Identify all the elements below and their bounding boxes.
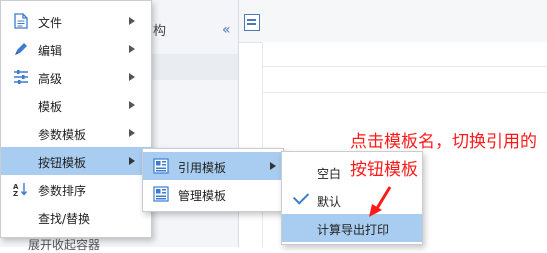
submenu-arrow-icon <box>129 129 135 137</box>
button-template-submenu: 引用模板 管理模板 <box>142 148 284 212</box>
menu-item-default[interactable]: 默认 <box>282 186 422 214</box>
sort-az-icon: AZ <box>13 181 29 197</box>
submenu-arrow-icon <box>129 101 135 109</box>
submenu-arrow-icon <box>129 157 135 165</box>
menu-item-template[interactable]: 模板 <box>1 91 151 119</box>
menu-item-edit[interactable]: 编辑 <box>1 35 151 63</box>
svg-text:Z: Z <box>13 190 18 197</box>
menu-item-label: 参数模板 <box>38 128 87 142</box>
menu-item-find-replace[interactable]: 查找/替换 <box>1 203 151 231</box>
template-grid-icon <box>153 158 169 174</box>
menu-item-label: 参数排序 <box>38 184 87 198</box>
menu-item-parameter-sort[interactable]: AZ 参数排序 <box>1 175 151 203</box>
sliders-icon <box>13 69 29 85</box>
submenu-arrow-icon <box>129 17 135 25</box>
panel-body <box>150 54 238 80</box>
menu-item-file[interactable]: 文件 <box>1 7 151 35</box>
menu-item-label: 高级 <box>38 72 63 86</box>
submenu-arrow-icon <box>129 45 135 53</box>
menu-item-manage-template[interactable]: 管理模板 <box>143 180 283 208</box>
menu-item-label: 模板 <box>38 100 63 114</box>
submenu-arrow-icon <box>129 73 135 81</box>
annotation-text: 点击模板名，切换引用的按钮模板 <box>350 132 537 180</box>
menu-item-label: 空白 <box>317 167 342 181</box>
menu-item-label: 查找/替换 <box>38 212 91 226</box>
editor-toolbar <box>239 0 547 43</box>
menu-item-advanced[interactable]: 高级 <box>1 63 151 91</box>
menu-item-label: 编辑 <box>38 44 63 58</box>
pencil-icon <box>13 41 29 57</box>
context-menu: 文件 编辑 高级 模板 参数模板 按钮模板 AZ 参数排序 查找/替换 <box>0 0 152 238</box>
menu-item-label: 默认 <box>317 195 342 209</box>
menu-item-button-template[interactable]: 按钮模板 <box>1 147 151 175</box>
checkmark-icon <box>292 188 310 205</box>
menu-item-reference-template[interactable]: 引用模板 <box>143 152 283 180</box>
canvas-divider <box>262 92 547 93</box>
menu-item-label: 引用模板 <box>178 161 227 175</box>
document-icon[interactable] <box>244 14 260 31</box>
menu-item-parameter-template[interactable]: 参数模板 <box>1 119 151 147</box>
collapse-icon[interactable]: « <box>222 22 231 38</box>
manage-grid-icon <box>153 186 169 202</box>
menu-item-label: 按钮模板 <box>38 156 87 170</box>
annotation-arrow-icon <box>369 186 392 217</box>
file-icon <box>13 13 29 29</box>
menu-item-label: 文件 <box>38 16 63 30</box>
bottom-label: 展开收起容器 <box>28 238 101 252</box>
menu-item-calc-export-print[interactable]: 计算导出打印 <box>282 214 422 242</box>
menu-item-label: 管理模板 <box>178 189 227 203</box>
submenu-arrow-icon <box>270 162 276 170</box>
canvas-divider <box>262 66 547 67</box>
